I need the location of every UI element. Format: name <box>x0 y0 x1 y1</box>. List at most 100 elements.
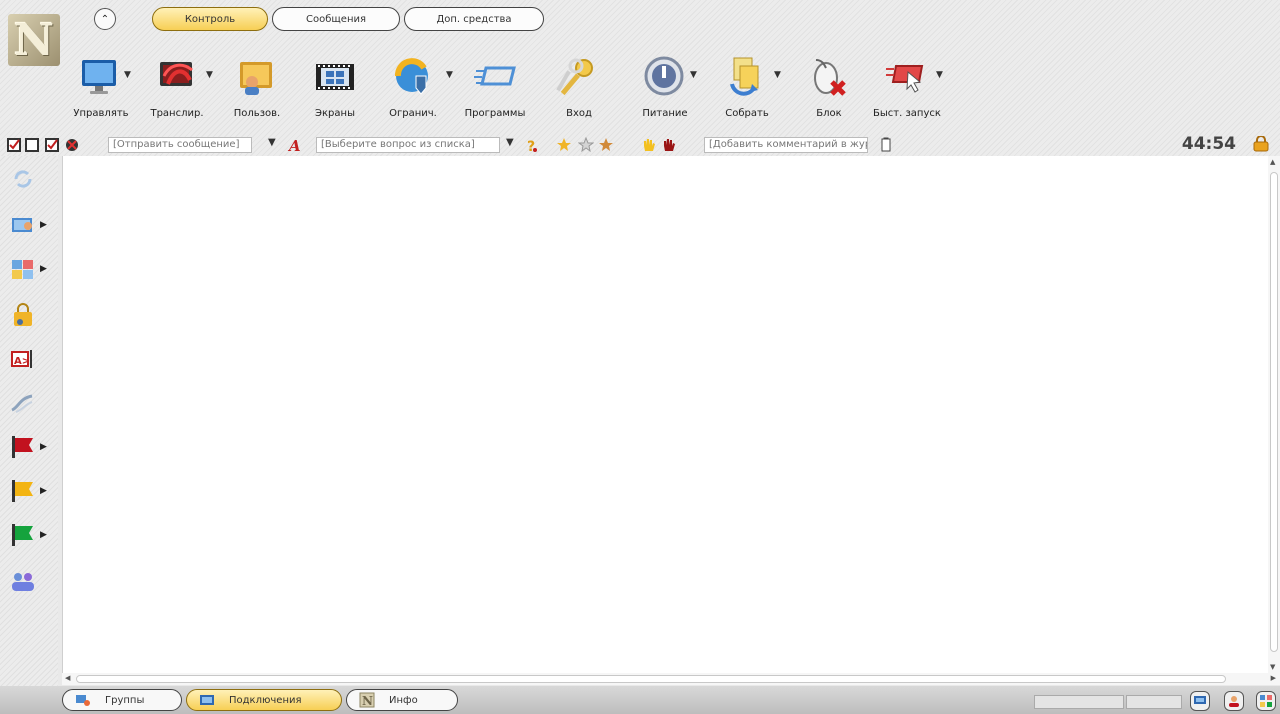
app-logo: N <box>8 14 60 66</box>
sidebar-item-disconnect[interactable] <box>10 390 50 418</box>
power-button[interactable]: ▼ Питание <box>628 50 702 124</box>
layout-grid-icon <box>12 260 33 279</box>
sidebar-item-text-input[interactable]: A> <box>10 346 50 374</box>
submenu-arrow-icon: ▶ <box>40 530 47 540</box>
tab-groups[interactable]: Группы <box>62 689 182 711</box>
user-icon <box>240 62 272 95</box>
note-icon[interactable] <box>878 137 894 153</box>
collapse-ribbon-button[interactable]: ⌃ <box>94 8 116 30</box>
sidebar-item-view-mode[interactable]: ▶ <box>10 212 50 240</box>
screens-button[interactable]: Экраны <box>298 50 372 124</box>
submenu-arrow-icon: ▶ <box>40 486 47 496</box>
sidebar-item-red-flag[interactable]: ▶ <box>10 434 50 462</box>
green-flag-icon <box>12 524 33 546</box>
vertical-scrollbar[interactable]: ▲ ▼ <box>1268 156 1280 673</box>
svg-text:N: N <box>362 694 373 708</box>
star-silver-icon[interactable] <box>578 137 594 153</box>
tab-connections[interactable]: Подключения <box>186 689 342 711</box>
dropdown-arrow-icon: ▼ <box>124 70 131 80</box>
monitor-icon <box>1194 696 1206 704</box>
left-sidebar: ▶ ▶ A> ▶ ▶ ▶ <box>0 156 58 686</box>
scroll-left-icon[interactable]: ◀ <box>65 674 70 682</box>
dropdown-arrow-icon: ▼ <box>446 70 453 80</box>
block-button[interactable]: Блок <box>792 50 866 124</box>
monitor-user-icon <box>12 218 32 232</box>
film-icon <box>316 64 354 90</box>
grid-icon <box>1260 695 1272 707</box>
tab-messages[interactable]: Сообщения <box>272 7 400 31</box>
main-tabs: ⌃ Контроль Сообщения Доп. средства <box>88 6 548 32</box>
scroll-down-icon[interactable]: ▼ <box>1270 663 1275 671</box>
cable-icon <box>11 394 33 413</box>
sidebar-item-group-users[interactable] <box>10 568 50 596</box>
tab-info[interactable]: N Инфо <box>346 689 458 711</box>
status-field <box>1126 695 1182 709</box>
send-message-combo[interactable]: [Отправить сообщение] <box>108 137 252 153</box>
users-group-icon <box>12 573 34 591</box>
keys-icon <box>556 58 593 96</box>
star-gold-icon[interactable] <box>556 137 572 153</box>
yellow-flag-icon <box>12 480 33 502</box>
submenu-arrow-icon: ▶ <box>40 264 47 274</box>
check-all-icon[interactable] <box>6 137 22 153</box>
question-combo[interactable]: [Выберите вопрос из списка] <box>316 137 500 153</box>
sidebar-item-yellow-flag[interactable]: ▶ <box>10 478 50 506</box>
hand-lower-icon[interactable] <box>660 137 676 153</box>
connections-icon <box>200 695 214 705</box>
tab-control[interactable]: Контроль <box>152 7 268 31</box>
sidebar-item-lock-user[interactable] <box>10 302 50 330</box>
uncheck-all-icon[interactable] <box>24 137 40 153</box>
users-button[interactable]: Пользов. <box>220 50 294 124</box>
chevron-down-icon[interactable]: ▼ <box>268 137 276 148</box>
power-icon <box>644 56 684 96</box>
vertical-scroll-thumb[interactable] <box>1270 172 1278 652</box>
monitor-icon <box>82 60 116 94</box>
view-grid-button[interactable] <box>1256 691 1276 711</box>
refresh-icon <box>14 170 32 188</box>
scroll-right-icon[interactable]: ▶ <box>1271 674 1276 682</box>
scroll-up-icon[interactable]: ▲ <box>1270 158 1275 166</box>
clear-selection-icon[interactable] <box>64 137 80 153</box>
quick-launch-button[interactable]: ▼ Быст. запуск <box>870 50 944 124</box>
status-field <box>1034 695 1124 709</box>
dropdown-arrow-icon: ▼ <box>774 70 781 80</box>
question-icon[interactable]: ? <box>524 137 540 153</box>
star-bronze-icon[interactable] <box>598 137 614 153</box>
journal-comment-input[interactable]: [Добавить комментарий в журнал] <box>704 137 868 153</box>
submenu-arrow-icon: ▶ <box>40 220 47 230</box>
invert-selection-icon[interactable] <box>44 137 60 153</box>
broadcast-button[interactable]: ▼ Транслир. <box>140 50 214 124</box>
quick-launch-icon <box>886 65 924 93</box>
programs-icon <box>474 66 516 86</box>
font-style-icon[interactable]: A <box>286 137 302 153</box>
view-user-button[interactable] <box>1224 691 1244 711</box>
user-icon <box>1229 696 1239 707</box>
message-toolbar: [Отправить сообщение] ▼ A [Выберите вопр… <box>0 134 1280 156</box>
collect-button[interactable]: ▼ Собрать <box>710 50 784 124</box>
programs-button[interactable]: Программы <box>458 50 532 124</box>
broadcast-icon <box>160 62 193 86</box>
svg-text:A>: A> <box>14 356 30 367</box>
manage-button[interactable]: ▼ Управлять <box>64 50 138 124</box>
login-button[interactable]: Вход <box>542 50 616 124</box>
horizontal-scrollbar[interactable]: ◀ ▶ <box>62 673 1280 685</box>
lock-user-icon <box>14 303 32 326</box>
sidebar-item-layout[interactable]: ▶ <box>10 256 50 284</box>
top-ribbon-area: N ⌃ Контроль Сообщения Доп. средства ▼ У… <box>0 0 1280 156</box>
lock-icon[interactable] <box>1252 136 1270 152</box>
collect-icon <box>730 57 759 96</box>
connections-view[interactable] <box>62 156 1268 673</box>
dropdown-arrow-icon: ▼ <box>936 70 943 80</box>
groups-icon <box>76 695 90 706</box>
horizontal-scroll-thumb[interactable] <box>76 675 1226 683</box>
sidebar-item-refresh[interactable] <box>10 166 50 194</box>
tab-extra-tools[interactable]: Доп. средства <box>404 7 544 31</box>
session-timer: 44:54 <box>1181 134 1236 154</box>
view-monitor-button[interactable] <box>1190 691 1210 711</box>
restrict-button[interactable]: ▼ Огранич. <box>376 50 453 124</box>
chevron-down-icon[interactable]: ▼ <box>506 137 514 148</box>
svg-text:A: A <box>287 137 301 153</box>
chevron-up-icon: ⌃ <box>100 13 110 25</box>
hand-raise-icon[interactable] <box>640 137 656 153</box>
sidebar-item-green-flag[interactable]: ▶ <box>10 522 50 550</box>
